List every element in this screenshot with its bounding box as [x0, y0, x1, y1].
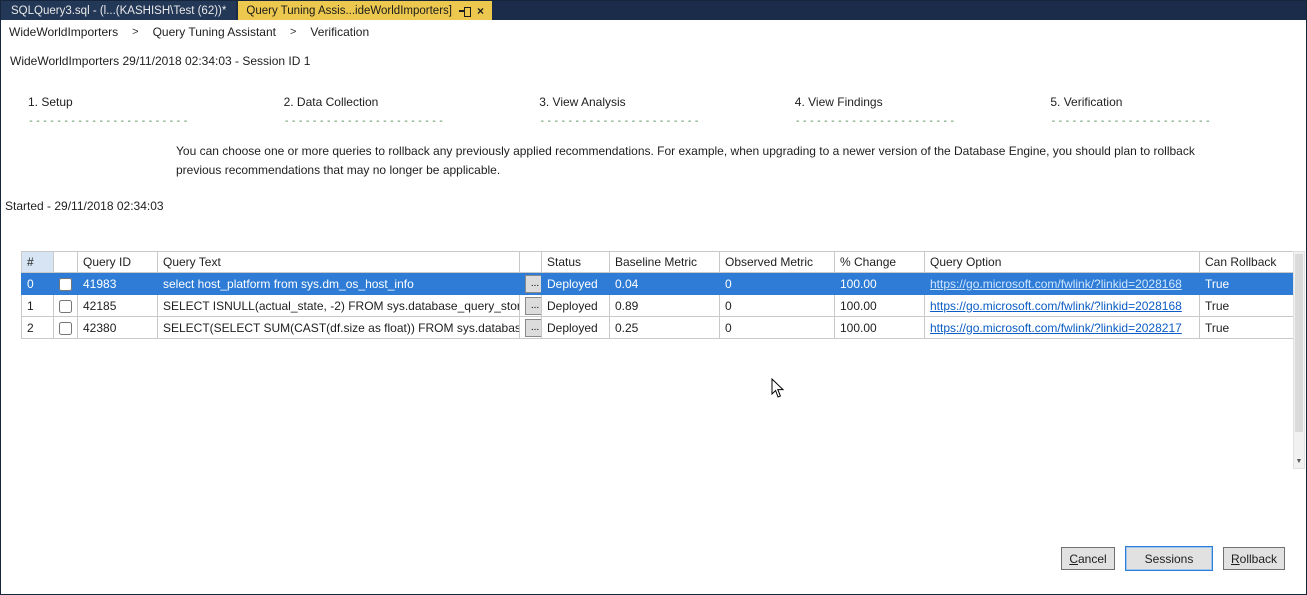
cell-pct-change: 100.00: [834, 272, 925, 295]
step-label: 3. View Analysis: [539, 95, 626, 109]
header-ellipsis: [519, 251, 542, 273]
step-label: 4. View Findings: [794, 95, 883, 109]
rollback-checkbox[interactable]: [59, 277, 72, 291]
cell-status: Deployed: [541, 272, 610, 295]
verification-description: You can choose one or more queries to ro…: [176, 144, 1195, 178]
step-underline: -----------------------: [539, 116, 701, 127]
verification-queries-grid: # Query ID Query Text Status Baseline Me…: [21, 251, 1298, 339]
chevron-down-icon: ▼: [1295, 457, 1303, 465]
breadcrumb-wideworldimporters[interactable]: WideWorldImporters: [9, 25, 118, 39]
wizard-step-setup: 1. Setup -----------------------: [28, 95, 284, 127]
wizard-step-view-analysis: 3. View Analysis -----------------------: [539, 95, 795, 127]
cell-row-number: 0: [21, 272, 54, 295]
query-text-expand-button[interactable]: ...: [525, 318, 541, 337]
header-row-number: #: [21, 251, 54, 273]
tab-qta-label: Query Tuning Assis...ideWorldImporters]: [246, 4, 452, 17]
header-query-text[interactable]: Query Text: [157, 251, 520, 273]
step-underline: -----------------------: [28, 116, 190, 127]
cell-query-text: select host_platform from sys.dm_os_host…: [157, 272, 520, 295]
tab-query-tuning-assistant[interactable]: Query Tuning Assis...ideWorldImporters] …: [238, 1, 492, 20]
close-icon[interactable]: ×: [477, 5, 484, 17]
header-query-option[interactable]: Query Option: [924, 251, 1200, 273]
cell-pct-change: 100.00: [834, 294, 925, 317]
cell-query-text: SELECT ISNULL(actual_state, -2) FROM sys…: [157, 294, 520, 317]
query-option-link[interactable]: https://go.microsoft.com/fwlink/?linkid=…: [930, 321, 1182, 335]
cell-observed-metric: 0: [719, 272, 835, 295]
cancel-button[interactable]: Cancel: [1061, 547, 1115, 570]
table-row[interactable]: 2 42380 SELECT(SELECT SUM(CAST(df.size a…: [21, 316, 1298, 339]
step-underline: -----------------------: [1050, 116, 1212, 127]
header-status[interactable]: Status: [541, 251, 610, 273]
scroll-down-button[interactable]: ▼: [1294, 454, 1304, 468]
wizard-steps: 1. Setup ----------------------- 2. Data…: [28, 95, 1306, 127]
cell-status: Deployed: [541, 294, 610, 317]
cell-query-id: 42380: [77, 316, 158, 339]
header-pct-change[interactable]: % Change: [834, 251, 925, 273]
cell-row-number: 1: [21, 294, 54, 317]
step-label: 5. Verification: [1050, 95, 1123, 109]
cell-query-id: 41983: [77, 272, 158, 295]
session-title: WideWorldImporters 29/11/2018 02:34:03 -…: [10, 54, 311, 68]
cell-can-rollback: True: [1199, 316, 1298, 339]
query-option-link[interactable]: https://go.microsoft.com/fwlink/?linkid=…: [930, 277, 1182, 291]
wizard-step-view-findings: 4. View Findings -----------------------: [795, 95, 1051, 127]
query-option-link[interactable]: https://go.microsoft.com/fwlink/?linkid=…: [930, 299, 1182, 313]
header-can-rollback[interactable]: Can Rollback: [1199, 251, 1298, 273]
header-observed-metric[interactable]: Observed Metric: [719, 251, 835, 273]
rollback-checkbox[interactable]: [59, 299, 72, 313]
grid-vertical-scrollbar[interactable]: ▼: [1293, 251, 1305, 469]
header-baseline-metric[interactable]: Baseline Metric: [609, 251, 720, 273]
header-checkbox: [53, 251, 78, 273]
breadcrumb-query-tuning-assistant[interactable]: Query Tuning Assistant: [153, 25, 276, 39]
cell-baseline-metric: 0.04: [609, 272, 720, 295]
cell-baseline-metric: 0.25: [609, 316, 720, 339]
wizard-step-data-collection: 2. Data Collection ---------------------…: [284, 95, 540, 127]
breadcrumb-verification[interactable]: Verification: [310, 25, 369, 39]
table-row[interactable]: 0 41983 select host_platform from sys.dm…: [21, 272, 1298, 295]
cell-query-text: SELECT(SELECT SUM(CAST(df.size as float)…: [157, 316, 520, 339]
mouse-cursor: [771, 378, 785, 398]
cell-row-number: 2: [21, 316, 54, 339]
cell-status: Deployed: [541, 316, 610, 339]
step-label: 1. Setup: [28, 95, 73, 109]
tab-sqlquery3[interactable]: SQLQuery3.sql - (l...(KASHISH\Test (62))…: [1, 1, 237, 20]
step-label: 2. Data Collection: [283, 95, 379, 109]
cell-observed-metric: 0: [719, 316, 835, 339]
started-timestamp: Started - 29/11/2018 02:34:03: [5, 199, 164, 213]
qta-window: SQLQuery3.sql - (l...(KASHISH\Test (62))…: [0, 0, 1307, 595]
cell-query-id: 42185: [77, 294, 158, 317]
query-text-expand-button[interactable]: ...: [525, 296, 541, 315]
cell-can-rollback: True: [1199, 272, 1298, 295]
query-text-expand-button[interactable]: ...: [525, 274, 541, 293]
sessions-button[interactable]: Sessions: [1125, 546, 1213, 571]
scrollbar-thumb[interactable]: [1295, 254, 1303, 432]
tab-sqlquery3-label: SQLQuery3.sql - (l...(KASHISH\Test (62))…: [11, 4, 227, 17]
pin-icon[interactable]: [458, 6, 471, 17]
grid-header-row: # Query ID Query Text Status Baseline Me…: [21, 251, 1298, 273]
breadcrumb: WideWorldImporters > Query Tuning Assist…: [1, 20, 1306, 44]
rollback-checkbox[interactable]: [59, 321, 72, 335]
cell-baseline-metric: 0.89: [609, 294, 720, 317]
cell-observed-metric: 0: [719, 294, 835, 317]
cell-can-rollback: True: [1199, 294, 1298, 317]
document-tab-bar: SQLQuery3.sql - (l...(KASHISH\Test (62))…: [1, 1, 1306, 20]
step-underline: -----------------------: [794, 116, 957, 127]
breadcrumb-separator: >: [289, 26, 297, 38]
step-underline: -----------------------: [283, 116, 446, 127]
wizard-step-verification: 5. Verification -----------------------: [1050, 95, 1306, 127]
header-query-id[interactable]: Query ID: [77, 251, 158, 273]
rollback-button[interactable]: Rollback: [1223, 547, 1285, 570]
table-row[interactable]: 1 42185 SELECT ISNULL(actual_state, -2) …: [21, 294, 1298, 317]
cell-pct-change: 100.00: [834, 316, 925, 339]
breadcrumb-separator: >: [132, 26, 139, 38]
